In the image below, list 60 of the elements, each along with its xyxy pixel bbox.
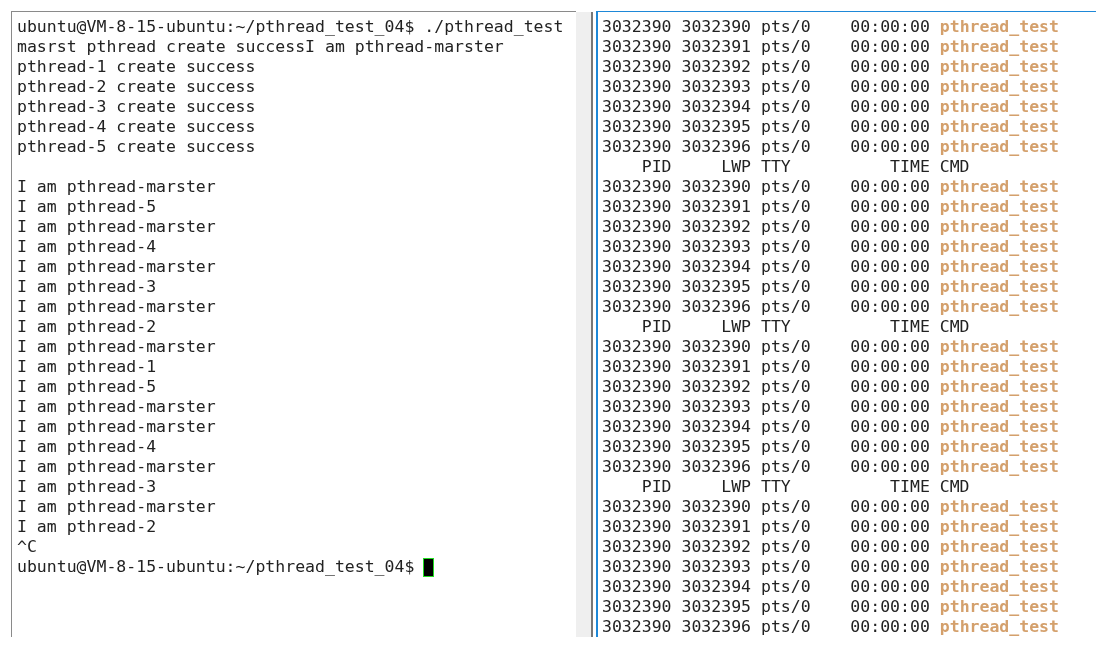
terminal-line: ^C (17, 537, 37, 557)
process-line: 3032390 3032391 pts/0 00:00:00 pthread_test (602, 37, 1059, 57)
text-cursor (424, 558, 434, 576)
column-header-line: PID LWP TTY TIME CMD (640, 477, 970, 497)
process-line: 3032390 3032391 pts/0 00:00:00 pthread_test (602, 357, 1059, 377)
process-line: 3032390 3032392 pts/0 00:00:00 pthread_test (602, 217, 1059, 237)
terminal-line: I am pthread-marster (17, 257, 216, 277)
terminal-line: pthread-1 create success (17, 57, 256, 77)
terminal-line: I am pthread-marster (17, 217, 216, 237)
terminal-line: I am pthread-2 (17, 317, 157, 337)
process-line: 3032390 3032390 pts/0 00:00:00 pthread_test (602, 337, 1059, 357)
process-line: 3032390 3032390 pts/0 00:00:00 pthread_test (602, 497, 1059, 517)
process-line: 3032390 3032392 pts/0 00:00:00 pthread_test (602, 537, 1059, 557)
terminal-line: I am pthread-4 (17, 437, 157, 457)
terminal-line: I am pthread-marster (17, 297, 216, 317)
process-line: 3032390 3032393 pts/0 00:00:00 pthread_test (602, 77, 1059, 97)
terminal-line: I am pthread-marster (17, 337, 216, 357)
terminal-line: pthread-3 create success (17, 97, 256, 117)
terminal-line: I am pthread-5 (17, 197, 157, 217)
column-header-line: PID LWP TTY TIME CMD (640, 157, 970, 177)
terminal-line: I am pthread-marster (17, 417, 216, 437)
process-line: 3032390 3032396 pts/0 00:00:00 pthread_test (602, 617, 1059, 637)
process-line: 3032390 3032393 pts/0 00:00:00 pthread_test (602, 557, 1059, 577)
terminal-line: I am pthread-2 (17, 517, 157, 537)
process-line: 3032390 3032391 pts/0 00:00:00 pthread_test (602, 197, 1059, 217)
process-line: 3032390 3032391 pts/0 00:00:00 pthread_test (602, 517, 1059, 537)
process-line: 3032390 3032394 pts/0 00:00:00 pthread_test (602, 417, 1059, 437)
terminal-line: I am pthread-marster (17, 397, 216, 417)
process-line: 3032390 3032390 pts/0 00:00:00 pthread_test (602, 17, 1059, 37)
terminal-prompt: ubuntu@VM-8-15-ubuntu:~/pthread_test_04$ (17, 557, 416, 577)
process-line: 3032390 3032392 pts/0 00:00:00 pthread_test (602, 377, 1059, 397)
terminal-line: pthread-4 create success (17, 117, 256, 137)
process-line: 3032390 3032395 pts/0 00:00:00 pthread_test (602, 277, 1059, 297)
terminal-line: I am pthread-marster (17, 177, 216, 197)
process-line: 3032390 3032393 pts/0 00:00:00 pthread_test (602, 397, 1059, 417)
process-line: 3032390 3032394 pts/0 00:00:00 pthread_test (602, 257, 1059, 277)
terminal-line: I am pthread-3 (17, 477, 157, 497)
process-line: 3032390 3032395 pts/0 00:00:00 pthread_test (602, 437, 1059, 457)
terminal-line: ubuntu@VM-8-15-ubuntu:~/pthread_test_04$ ./pthread_test (17, 17, 564, 37)
process-line: 3032390 3032396 pts/0 00:00:00 pthread_test (602, 297, 1059, 317)
terminal-line: pthread-5 create success (17, 137, 256, 157)
terminal-line: I am pthread-marster (17, 457, 216, 477)
process-line: 3032390 3032394 pts/0 00:00:00 pthread_test (602, 97, 1059, 117)
process-line: 3032390 3032393 pts/0 00:00:00 pthread_test (602, 237, 1059, 257)
process-line: 3032390 3032394 pts/0 00:00:00 pthread_test (602, 577, 1059, 597)
terminal-line: I am pthread-1 (17, 357, 157, 377)
terminal-line: pthread-2 create success (17, 77, 256, 97)
terminal-line: I am pthread-3 (17, 277, 157, 297)
process-line: 3032390 3032392 pts/0 00:00:00 pthread_test (602, 57, 1059, 77)
terminal-line: I am pthread-marster (17, 497, 216, 517)
column-header-line: PID LWP TTY TIME CMD (640, 317, 970, 337)
process-line: 3032390 3032395 pts/0 00:00:00 pthread_test (602, 117, 1059, 137)
terminal-line: masrst pthread create successI am pthread-marster (17, 37, 504, 57)
process-line: 3032390 3032396 pts/0 00:00:00 pthread_test (602, 457, 1059, 477)
scrollbar[interactable] (576, 12, 593, 637)
process-line: 3032390 3032396 pts/0 00:00:00 pthread_test (602, 137, 1059, 157)
terminal-line: I am pthread-5 (17, 377, 157, 397)
process-line: 3032390 3032390 pts/0 00:00:00 pthread_test (602, 177, 1059, 197)
terminal-line: I am pthread-4 (17, 237, 157, 257)
process-line: 3032390 3032395 pts/0 00:00:00 pthread_test (602, 597, 1059, 617)
